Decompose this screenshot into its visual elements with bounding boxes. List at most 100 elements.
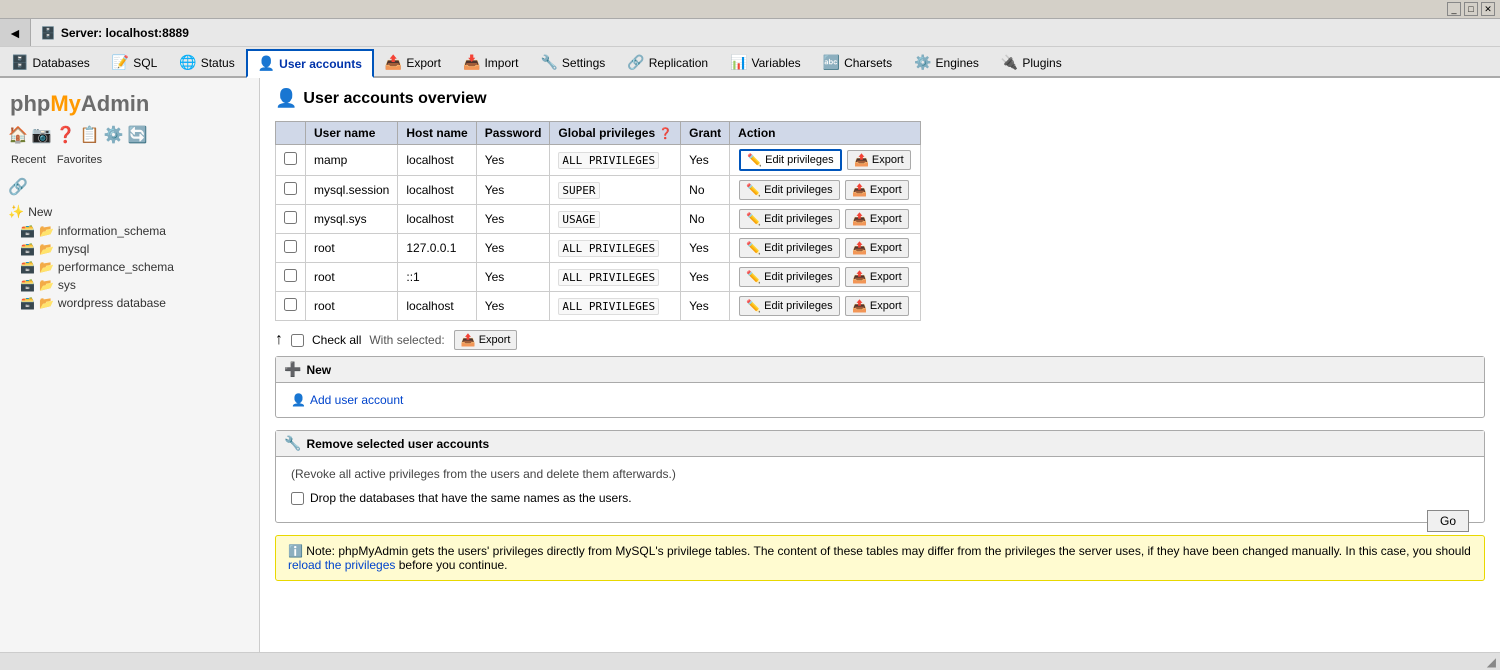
reload-privileges-link[interactable]: reload the privileges [288,558,395,572]
tab-status[interactable]: 🌐Status [168,49,245,76]
sql-tab-icon: 📝 [112,54,129,71]
export-icon: 📤 [461,333,476,347]
logo-php: php [10,91,50,116]
tab-databases[interactable]: 🗄️Databases [0,49,101,76]
table-row: root 127.0.0.1 Yes ALL PRIVILEGES Yes ✏️… [276,234,921,263]
export-user-button[interactable]: 📤 Export [845,296,909,316]
edit-privileges-button[interactable]: ✏️ Edit privileges [739,296,839,316]
bottom-bar: ◢ [0,652,1500,670]
edit-icon: ✏️ [746,212,761,226]
drop-db-checkbox[interactable] [291,492,304,505]
export-user-button[interactable]: 📤 Export [845,209,909,229]
tab-export[interactable]: 📤Export [374,49,452,76]
db-icon: 📂 [39,260,54,274]
go-button[interactable]: Go [1427,510,1469,532]
edit-privileges-button[interactable]: ✏️ Edit privileges [739,149,841,171]
back-button[interactable]: ◄ [0,19,31,46]
export-user-button[interactable]: 📤 Export [845,180,909,200]
page-heading: 👤 User accounts overview [275,88,1485,109]
db-icon: 📂 [39,242,54,256]
replication-tab-icon: 🔗 [627,54,644,71]
tab-variables[interactable]: 📊Variables [719,49,812,76]
edit-icon: ✏️ [746,183,761,197]
row-password: Yes [476,234,550,263]
export-selected-button[interactable]: 📤 Export [454,330,518,350]
sidebar-item-mysql[interactable]: 🗃️📂mysql [0,240,259,258]
maximize-button[interactable]: □ [1464,2,1478,16]
tab-charsets[interactable]: 🔤Charsets [812,49,903,76]
export-row-icon: 📤 [852,183,867,197]
home-icon[interactable]: 🏠 [8,125,28,145]
help-icon[interactable]: ❓ [658,128,672,140]
databases-tab-icon: 🗄️ [11,54,28,71]
top-bar: ◄ 🗄️ Server: localhost:8889 [0,19,1500,47]
row-checkbox-4[interactable] [284,269,297,282]
export-row-icon: 📤 [852,270,867,284]
nav-tabs: 🗄️Databases📝SQL🌐Status👤User accounts📤Exp… [0,47,1500,78]
edit-privileges-button[interactable]: ✏️ Edit privileges [739,267,839,287]
sidebar-item-new[interactable]: ✨New [0,202,259,222]
favorites-button[interactable]: Favorites [54,153,105,167]
row-checkbox-2[interactable] [284,211,297,224]
note-text-after: before you continue. [399,558,508,572]
row-actions: ✏️ Edit privileges 📤 Export [730,234,921,263]
export-tab-icon: 📤 [385,54,402,71]
add-user-account-link[interactable]: 👤 Add user account [291,393,1469,407]
export-user-button[interactable]: 📤 Export [845,267,909,287]
tab-replication[interactable]: 🔗Replication [616,49,719,76]
row-password: Yes [476,145,550,176]
edit-privileges-button[interactable]: ✏️ Edit privileges [739,180,839,200]
sidebar-item-performance_schema[interactable]: 🗃️📂performance_schema [0,258,259,276]
server-icon: 🗄️ [41,26,56,40]
settings-tab-icon: 🔧 [540,54,557,71]
variables-tab-icon: 📊 [730,54,747,71]
row-password: Yes [476,292,550,321]
check-all-label[interactable]: Check all [312,333,361,347]
edit-privileges-button[interactable]: ✏️ Edit privileges [739,209,839,229]
row-checkbox-5[interactable] [284,298,297,311]
tab-user_accounts[interactable]: 👤User accounts [246,49,374,78]
col-privileges: Global privileges ❓ [550,122,681,145]
status-icon[interactable]: 📷 [32,125,52,145]
user-accounts-table: User name Host name Password Global priv… [275,121,921,321]
row-checkbox-0[interactable] [284,152,297,165]
link-icon[interactable]: 🔗 [0,172,259,202]
recent-button[interactable]: Recent [8,153,49,167]
settings-icon[interactable]: ⚙️ [104,125,124,145]
tab-sql[interactable]: 📝SQL [101,49,168,76]
tab-engines[interactable]: ⚙️Engines [903,49,990,76]
close-button[interactable]: ✕ [1481,2,1495,16]
edit-privileges-button[interactable]: ✏️ Edit privileges [739,238,839,258]
tab-settings[interactable]: 🔧Settings [529,49,616,76]
help-icon[interactable]: ❓ [56,125,76,145]
drop-db-row: Drop the databases that have the same na… [291,491,1469,505]
clipboard-icon[interactable]: 📋 [80,125,100,145]
check-all-checkbox[interactable] [291,334,304,347]
sidebar-item-information_schema[interactable]: 🗃️📂information_schema [0,222,259,240]
row-actions: ✏️ Edit privileges 📤 Export [730,145,921,176]
sidebar-item-sys[interactable]: 🗃️📂sys [0,276,259,294]
new-section-body: 👤 Add user account [276,383,1484,417]
engines-tab-icon: ⚙️ [914,54,931,71]
tab-import[interactable]: 📥Import [452,49,529,76]
user-table-body: mamp localhost Yes ALL PRIVILEGES Yes ✏️… [276,145,921,321]
export-user-button[interactable]: 📤 Export [847,150,911,170]
new-icon: ➕ [284,361,301,378]
row-actions: ✏️ Edit privileges 📤 Export [730,205,921,234]
row-checkbox-cell [276,145,306,176]
row-checkbox-1[interactable] [284,182,297,195]
edit-icon: ✏️ [746,299,761,313]
tab-plugins[interactable]: 🔌Plugins [990,49,1073,76]
export-user-button[interactable]: 📤 Export [845,238,909,258]
table-row: root ::1 Yes ALL PRIVILEGES Yes ✏️ Edit … [276,263,921,292]
resize-handle[interactable]: ◢ [1487,655,1496,669]
row-grant: Yes [681,292,730,321]
minimize-button[interactable]: _ [1447,2,1461,16]
refresh-icon[interactable]: 🔄 [128,125,148,145]
row-username: mamp [306,145,398,176]
db-icon: 📂 [39,224,54,238]
row-checkbox-3[interactable] [284,240,297,253]
sidebar-item-wordpress-database[interactable]: 🗃️📂wordpress database [0,294,259,312]
row-grant: No [681,205,730,234]
row-password: Yes [476,205,550,234]
